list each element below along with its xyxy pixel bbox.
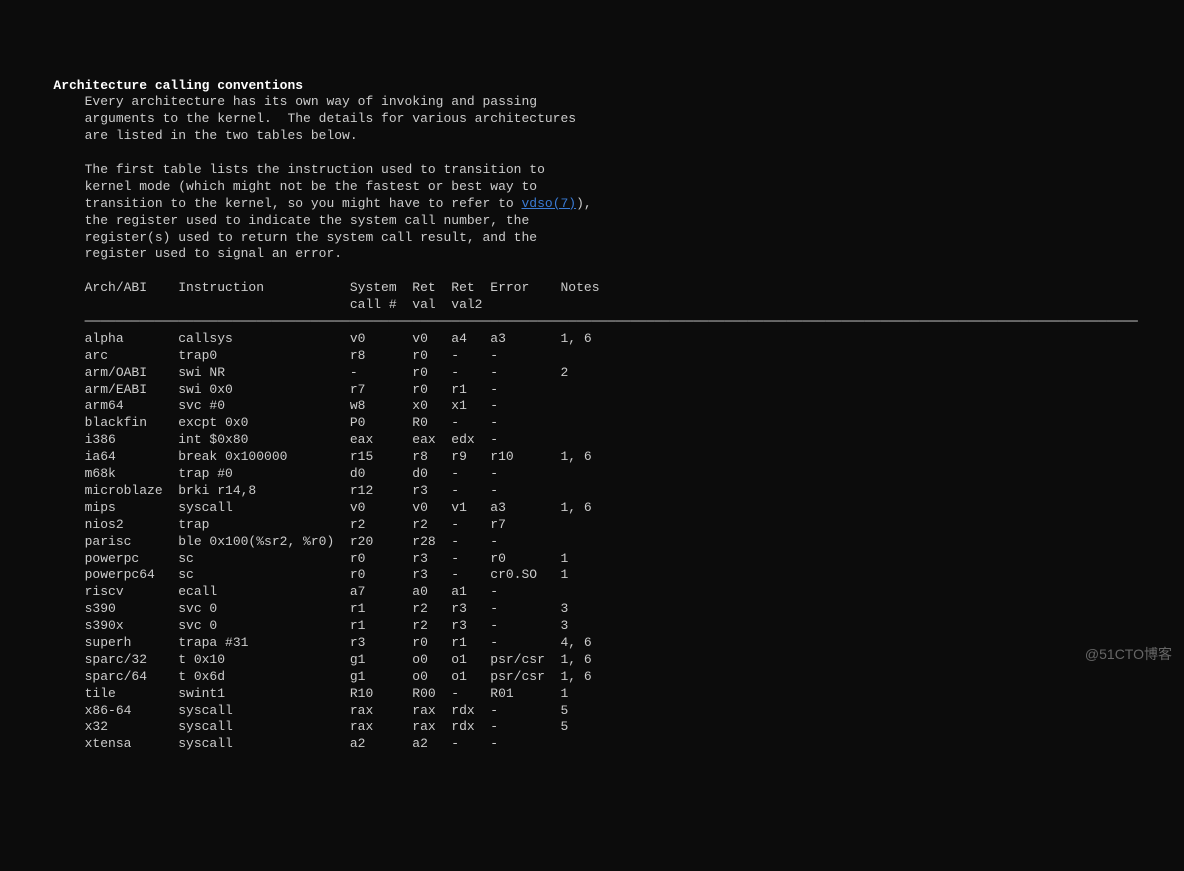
para2-line5: register(s) used to return the system ca… (85, 230, 537, 245)
vdso-link[interactable]: vdso(7) (521, 196, 576, 211)
man-page-content: Architecture calling conventions Every a… (0, 78, 1184, 754)
table-hr: ────────────────────────────────────────… (85, 314, 1138, 329)
para1-line1: Every architecture has its own way of in… (85, 94, 537, 109)
para2-line6: register used to signal an error. (85, 246, 342, 261)
table-body: alpha callsys v0 v0 a4 a3 1, 6 arc trap0… (30, 331, 592, 751)
para1-line2: arguments to the kernel. The details for… (85, 111, 576, 126)
para2-line2: kernel mode (which might not be the fast… (85, 179, 537, 194)
table-header-1: Arch/ABI Instruction System Ret Ret Erro… (85, 280, 600, 295)
para2-line3-after: ), (576, 196, 592, 211)
section-heading: Architecture calling conventions (53, 78, 303, 93)
para2-line3-before: transition to the kernel, so you might h… (85, 196, 522, 211)
para1-line3: are listed in the two tables below. (85, 128, 358, 143)
watermark-text: @51CTO博客 (1085, 645, 1172, 663)
para2-line1: The first table lists the instruction us… (85, 162, 545, 177)
table-header-2: call # val val2 (85, 297, 483, 312)
para2-line4: the register used to indicate the system… (85, 213, 530, 228)
